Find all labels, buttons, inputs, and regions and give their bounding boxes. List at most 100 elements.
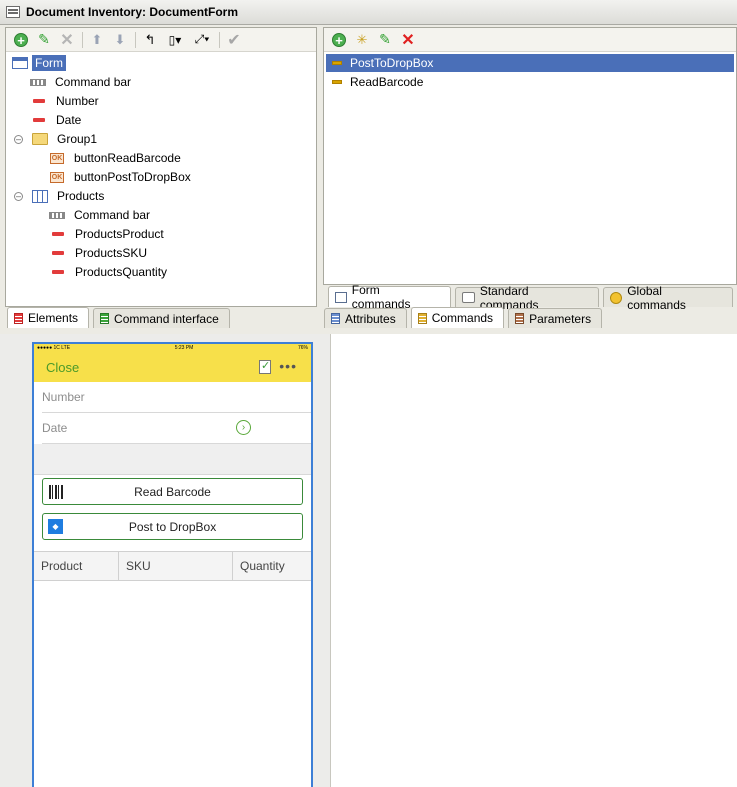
layout-button[interactable]: ▯▾: [162, 30, 188, 50]
table-icon: [32, 189, 48, 203]
form-window-icon: [6, 6, 20, 18]
edit-button[interactable]: ✎: [33, 30, 55, 50]
delete-icon: ✕: [401, 31, 415, 49]
tab-elements[interactable]: Elements: [7, 307, 90, 328]
tree-item-button-post-to-dropbox[interactable]: OK buttonPostToDropBox: [50, 168, 194, 186]
commands-tab-icon: [417, 312, 427, 324]
close-button[interactable]: Close: [46, 360, 79, 375]
field-icon: [33, 118, 45, 122]
commands-toolbar: + ✳ ✎ ✕: [324, 28, 736, 52]
form-icon: [12, 57, 28, 69]
read-barcode-button[interactable]: Read Barcode: [42, 478, 303, 505]
delete-icon: ✕: [60, 31, 74, 49]
left-tabbar: Elements Command interface: [7, 306, 234, 328]
field-icon: [52, 251, 64, 255]
add-icon: +: [332, 32, 346, 47]
toolbar-divider: [82, 31, 83, 48]
move-down-icon: ⬇: [114, 31, 126, 47]
command-interface-tab-icon: [100, 313, 110, 324]
tree-item-products-sku[interactable]: ProductsSKU: [52, 244, 150, 262]
add-from-list-icon: ✳: [356, 31, 368, 47]
right-tabbar: Attributes Commands Parameters: [324, 306, 606, 328]
add-command-button[interactable]: +: [328, 30, 350, 50]
elements-tree: Form Command bar Number Date – Group1 OK…: [6, 53, 316, 306]
move-up-icon: ⬆: [91, 31, 103, 47]
commands-panel: + ✳ ✎ ✕ PostToDropBox ReadBarcode: [323, 27, 737, 285]
expand-button[interactable]: ⤢▾: [189, 30, 215, 50]
column-quantity[interactable]: Quantity: [233, 552, 311, 580]
field-icon: [52, 232, 64, 236]
command-icon: [332, 61, 342, 65]
collapse-icon[interactable]: –: [14, 134, 23, 144]
change-parent-icon: ↰: [144, 31, 156, 47]
tree-item-number[interactable]: Number: [33, 92, 102, 110]
add-from-list-button[interactable]: ✳: [351, 30, 373, 50]
mobile-preview: ●●●●● 1C LTE 5:23 PM 76% Close ••• Numbe…: [32, 342, 313, 787]
standard-commands-icon: [462, 292, 475, 303]
tree-item-date[interactable]: Date: [33, 111, 84, 129]
column-sku[interactable]: SKU: [119, 552, 233, 580]
command-icon: [332, 80, 342, 84]
tree-item-group1[interactable]: – Group1: [14, 130, 100, 148]
tree-item-products-quantity[interactable]: ProductsQuantity: [52, 263, 170, 281]
check-button[interactable]: ✔: [223, 30, 245, 50]
date-field[interactable]: Date ›: [42, 413, 311, 444]
tab-standard-commands[interactable]: Standard commands: [455, 284, 600, 312]
column-product[interactable]: Product: [34, 552, 119, 580]
post-document-icon[interactable]: [259, 359, 271, 374]
tab-form-commands[interactable]: Form commands: [328, 283, 452, 311]
edit-icon: ✎: [379, 31, 391, 47]
tree-item-command-bar[interactable]: Command bar: [30, 73, 134, 91]
field-icon: [52, 270, 64, 274]
tree-item-products-product[interactable]: ProductsProduct: [52, 225, 167, 243]
expand-icon: ⤢▾: [194, 32, 210, 46]
field-icon: [33, 99, 45, 103]
elements-tab-icon: [14, 312, 23, 324]
change-parent-button[interactable]: ↰: [139, 30, 161, 50]
add-button[interactable]: +: [10, 30, 32, 50]
collapse-icon[interactable]: –: [14, 191, 23, 201]
add-icon: +: [14, 32, 28, 47]
attributes-tab-icon: [331, 313, 340, 324]
tree-item-products[interactable]: – Products: [14, 187, 107, 205]
elements-panel: + ✎ ✕ ⬆ ⬇ ↰ ▯▾ ⤢▾ ✔ Form Command bar Num…: [5, 27, 317, 307]
barcode-icon: [49, 485, 63, 499]
command-subtabs: Form commands Standard commands Global c…: [328, 283, 737, 312]
command-item-post-to-dropbox[interactable]: PostToDropBox: [326, 54, 734, 72]
tab-attributes[interactable]: Attributes: [324, 308, 407, 328]
move-down-button[interactable]: ⬇: [109, 30, 131, 50]
products-table-header: Product SKU Quantity: [34, 551, 311, 581]
button-icon: OK: [50, 152, 64, 164]
window-title: Document Inventory: DocumentForm: [26, 5, 239, 19]
more-icon[interactable]: •••: [279, 358, 297, 374]
group-separator: [34, 444, 311, 475]
global-commands-icon: [610, 291, 623, 304]
post-to-dropbox-button[interactable]: ◆ Post to DropBox: [42, 513, 303, 540]
command-bar-icon: [30, 78, 46, 86]
tab-command-interface[interactable]: Command interface: [93, 308, 230, 328]
tree-item-button-read-barcode[interactable]: OK buttonReadBarcode: [50, 149, 184, 167]
toolbar-divider: [219, 31, 220, 48]
tab-parameters[interactable]: Parameters: [508, 308, 603, 328]
parameters-tab-icon: [515, 313, 525, 324]
tab-commands[interactable]: Commands: [410, 307, 505, 328]
window-titlebar: Document Inventory: DocumentForm: [0, 0, 737, 25]
mobile-header: Close •••: [34, 352, 311, 382]
move-up-button[interactable]: ⬆: [86, 30, 108, 50]
form-commands-icon: [335, 291, 347, 303]
folder-icon: [32, 133, 48, 145]
number-field[interactable]: Number: [42, 382, 311, 413]
tab-global-commands[interactable]: Global commands: [603, 284, 733, 312]
command-item-read-barcode[interactable]: ReadBarcode: [326, 73, 734, 91]
dropbox-icon: ◆: [48, 519, 63, 534]
tree-item-products-command-bar[interactable]: Command bar: [49, 206, 153, 224]
chevron-right-icon[interactable]: ›: [236, 420, 251, 435]
delete-button[interactable]: ✕: [56, 30, 78, 50]
layout-icon: ▯▾: [168, 32, 182, 47]
edit-command-button[interactable]: ✎: [374, 30, 396, 50]
tree-item-form[interactable]: Form: [12, 54, 66, 72]
command-bar-icon: [49, 211, 65, 219]
toolbar-divider: [135, 31, 136, 48]
check-icon: ✔: [227, 31, 241, 49]
delete-command-button[interactable]: ✕: [397, 30, 419, 50]
